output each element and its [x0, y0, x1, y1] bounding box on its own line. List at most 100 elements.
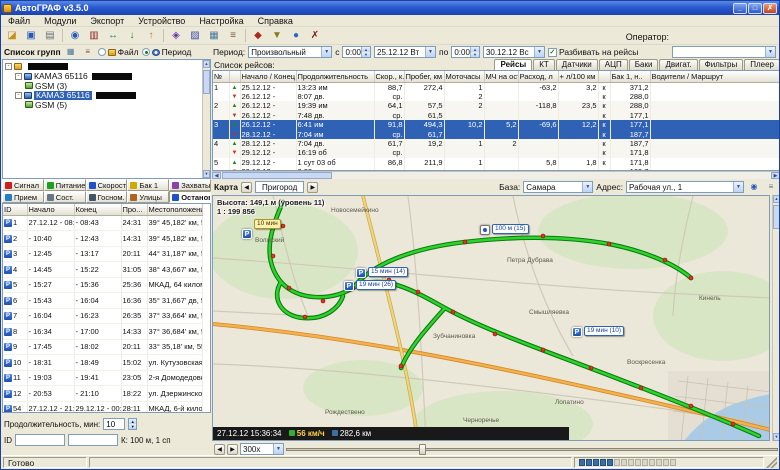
trips-col-header[interactable]: МЧ на ост.: [484, 71, 518, 82]
tree-node-0[interactable]: -: [5, 62, 200, 72]
map-options-button[interactable]: ≡: [764, 181, 778, 193]
stop-row[interactable]: P5- 15:27- 15:3625:36МКАД, 64 километр: [3, 277, 202, 293]
trips-col-header[interactable]: [229, 71, 240, 82]
spinner-buttons[interactable]: ▲▼: [470, 47, 479, 57]
tree-expand-icon[interactable]: -: [15, 92, 22, 99]
tree-node-4[interactable]: GSM (5): [5, 100, 200, 110]
period-select[interactable]: Произвольный▼: [248, 46, 332, 58]
chevron-down-icon[interactable]: ▼: [733, 182, 743, 192]
pan-right-button[interactable]: ▶: [227, 444, 238, 455]
tree-node-3[interactable]: -КАМАЗ 65116: [5, 91, 200, 101]
source-period-radio[interactable]: Период: [142, 47, 192, 57]
chart-tab-power[interactable]: Питание: [44, 179, 86, 191]
download-button[interactable]: ↓: [123, 28, 141, 44]
parking-marker[interactable]: P19 мин (26): [344, 281, 354, 291]
search-button[interactable]: ◉: [66, 28, 84, 44]
trips-col-header[interactable]: Пробег, км: [404, 71, 444, 82]
stop-row[interactable]: P7- 16:04- 16:2326:3537° 33,664' км, 55°: [3, 308, 202, 324]
device-button[interactable]: ▥: [85, 28, 103, 44]
trips-row[interactable]: ▼26.12.12 -8:07 дв.ср.2к288,0: [213, 92, 779, 101]
trips-row[interactable]: ▼28.12.12 -7:04 имср.61,7к187,7: [213, 130, 779, 139]
trips-row[interactable]: ▼29.12.12 -16:19 обср.к171,8: [213, 148, 779, 157]
trips-tab-2[interactable]: Датчики: [556, 59, 598, 70]
stop-row[interactable]: P10- 18:31- 18:4915:02ул. Кутузовская, 6…: [3, 355, 202, 371]
parking-marker[interactable]: P: [242, 229, 252, 239]
split-trips-checkbox[interactable]: ✓ Разбивать на рейсы: [548, 47, 638, 57]
chart-tab-speed[interactable]: Скорость: [86, 179, 128, 191]
stop-row[interactable]: P11- 19:03- 19:4123:052-я Домодедовская …: [3, 370, 202, 386]
maximize-button[interactable]: □: [748, 3, 762, 14]
groups-expand-button[interactable]: ▦: [64, 46, 78, 58]
tree-scrollbar[interactable]: ▲▼: [202, 60, 210, 178]
stop-row[interactable]: P4- 14:45- 15:2231:0538° 43,667' км, 57°…: [3, 262, 202, 278]
stops-col-header[interactable]: Конец: [74, 204, 121, 215]
trips-row[interactable]: ▼26.12.12 -7:48 дв.ср.61,5к177,1: [213, 111, 779, 120]
stop-row[interactable]: P2- 10:40- 12:4314:3139° 45,182' км, 54°…: [3, 231, 202, 247]
tree-node-2[interactable]: GSM (3): [5, 81, 200, 91]
chevron-down-icon[interactable]: ▼: [582, 182, 592, 192]
menu-item-1[interactable]: Модули: [37, 16, 83, 26]
trips-hscrollbar[interactable]: ◀ ▶: [212, 171, 780, 179]
scroll-left-icon[interactable]: ◀: [212, 172, 221, 179]
trips-col-header[interactable]: Расход, л: [518, 71, 558, 82]
trips-col-header[interactable]: [598, 71, 610, 82]
trips-tab-4[interactable]: Баки: [629, 59, 659, 70]
trips-col-header[interactable]: Начало / Конец: [240, 71, 296, 82]
stops-col-header[interactable]: Про...: [121, 204, 147, 215]
chart-tab-stops[interactable]: Остановки: [169, 191, 211, 203]
region-next-button[interactable]: ▶: [307, 182, 318, 193]
stop-row[interactable]: P9- 17:45- 18:0220:1133° 35,18' км, 55°3…: [3, 339, 202, 355]
scroll-right-icon[interactable]: ▶: [771, 172, 780, 179]
trips-col-header[interactable]: Скор., к..: [374, 71, 404, 82]
stop-row[interactable]: P12- 20:53- 21:1018:22ул. Дзержинского, …: [3, 386, 202, 402]
map-button[interactable]: ◈: [167, 28, 185, 44]
menu-item-4[interactable]: Настройка: [192, 16, 250, 26]
menu-item-3[interactable]: Устройство: [131, 16, 192, 26]
trips-tab-1[interactable]: КТ: [533, 59, 555, 70]
scroll-thumb[interactable]: [222, 172, 332, 179]
resize-grip[interactable]: [766, 457, 777, 468]
zoom-select[interactable]: 300х▼: [240, 443, 284, 455]
map-area[interactable]: НовосемейкиноВолжскийПетра ДубраваКинель…: [212, 195, 770, 441]
table-button[interactable]: ▦: [205, 28, 223, 44]
operator-select[interactable]: ▼: [672, 46, 776, 58]
save-button[interactable]: ▣: [22, 28, 40, 44]
info-button[interactable]: ●: [287, 28, 305, 44]
trips-row[interactable]: 4▲28.12.12 -7:04 дв.61,719,212к187,7: [213, 139, 779, 148]
print-button[interactable]: ▤: [41, 28, 59, 44]
chart-tab-receive[interactable]: Прием: [2, 191, 44, 203]
trips-col-header[interactable]: + л/100 км: [558, 71, 598, 82]
trips-col-header[interactable]: Продолжительность: [296, 71, 374, 82]
stops-table[interactable]: IDНачалоКонецПро...МестоположениеP127.12…: [3, 204, 203, 413]
stop-row[interactable]: P6- 15:43- 16:0416:3635° 31,667' дв, 55°: [3, 293, 202, 309]
fuel-button[interactable]: ▼: [268, 28, 286, 44]
report-button[interactable]: ≡: [224, 28, 242, 44]
trips-table[interactable]: № Начало / КонецПродолжительностьСкор., к…: [213, 71, 780, 171]
trips-tab-3[interactable]: АЦП: [599, 59, 628, 70]
duration-spinner[interactable]: ▲▼: [128, 418, 137, 430]
trips-row[interactable]: 5▲29.12.12 -1 сут 03 об86,8211,915,81,8к…: [213, 158, 779, 167]
zoom-slider-thumb[interactable]: [419, 444, 426, 455]
chart-tab-signal[interactable]: Сигнал: [2, 179, 44, 191]
id-input[interactable]: [15, 434, 65, 446]
source-file-radio[interactable]: Файл: [98, 47, 139, 57]
stops-col-header[interactable]: ID: [3, 204, 27, 215]
duration-input[interactable]: [103, 418, 125, 430]
trips-col-header[interactable]: №: [213, 71, 229, 82]
exit-button[interactable]: ✗: [306, 28, 324, 44]
stops-col-header[interactable]: Начало: [27, 204, 74, 215]
from-time-spinner[interactable]: 0:00▲▼: [342, 46, 371, 58]
to-time-spinner[interactable]: 0:00▲▼: [451, 46, 480, 58]
chart-tab-capture[interactable]: Захваты: [169, 179, 211, 191]
tree-expand-icon[interactable]: -: [15, 73, 22, 80]
parking-marker[interactable]: P15 мин (14): [356, 268, 366, 278]
menu-item-2[interactable]: Экспорт: [83, 16, 131, 26]
tree-node-1[interactable]: -КАМАЗ 65116: [5, 72, 200, 82]
map-tooltip[interactable]: 10 мин: [254, 217, 281, 229]
calendar-dropdown-icon[interactable]: ▼: [534, 47, 544, 57]
address-input[interactable]: Рабочая ул., 1▼: [626, 181, 744, 193]
trips-tab-6[interactable]: Фильтры: [699, 59, 744, 70]
zoom-slider[interactable]: [286, 444, 778, 455]
trips-row[interactable]: 3▲26.12.12 -6:41 им91,8494,310,25,2-69,6…: [213, 120, 779, 129]
trips-col-header[interactable]: Водители / Маршрут: [650, 71, 779, 82]
